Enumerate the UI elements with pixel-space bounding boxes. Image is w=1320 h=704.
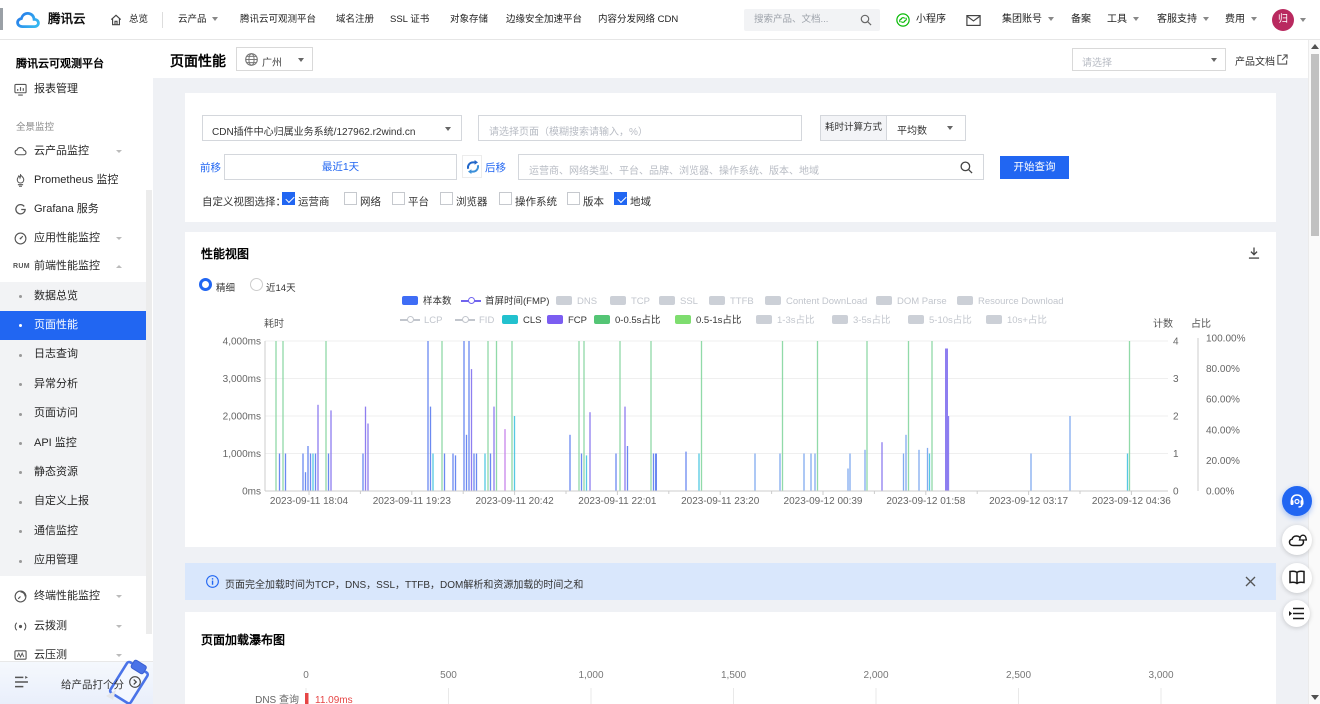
svg-text:2,500: 2,500	[1006, 670, 1031, 681]
svg-text:2,000: 2,000	[863, 670, 888, 681]
svg-text:2023-09-11 20:42: 2023-09-11 20:42	[475, 496, 554, 507]
svg-text:3,000: 3,000	[1148, 670, 1173, 681]
svg-text:4: 4	[1173, 337, 1179, 348]
svg-text:2023-09-12 04:36: 2023-09-12 04:36	[1092, 496, 1171, 507]
svg-text:2023-09-12 03:17: 2023-09-12 03:17	[989, 496, 1068, 507]
svg-text:2023-09-12 00:39: 2023-09-12 00:39	[784, 496, 863, 507]
svg-text:0.00%: 0.00%	[1206, 487, 1234, 498]
svg-text:2023-09-11 22:01: 2023-09-11 22:01	[578, 496, 657, 507]
svg-text:60.00%: 60.00%	[1206, 395, 1240, 406]
svg-text:1: 1	[1173, 449, 1179, 460]
svg-text:0: 0	[303, 670, 309, 681]
svg-text:4,000ms: 4,000ms	[223, 337, 261, 348]
svg-text:20.00%: 20.00%	[1206, 456, 1240, 467]
svg-text:1,500: 1,500	[721, 670, 746, 681]
svg-text:2023-09-11 19:23: 2023-09-11 19:23	[373, 496, 452, 507]
svg-text:0: 0	[1173, 487, 1179, 498]
svg-text:11.09ms: 11.09ms	[315, 695, 353, 704]
svg-text:1,000ms: 1,000ms	[223, 449, 261, 460]
svg-text:1,000: 1,000	[578, 670, 603, 681]
svg-text:40.00%: 40.00%	[1206, 425, 1240, 436]
svg-text:2023-09-11 23:20: 2023-09-11 23:20	[681, 496, 760, 507]
svg-text:2: 2	[1173, 412, 1179, 423]
svg-text:3,000ms: 3,000ms	[223, 374, 261, 385]
svg-text:500: 500	[440, 670, 457, 681]
svg-text:3: 3	[1173, 374, 1179, 385]
svg-text:2023-09-12 01:58: 2023-09-12 01:58	[886, 496, 965, 507]
svg-text:100.00%: 100.00%	[1206, 334, 1246, 345]
svg-text:2,000ms: 2,000ms	[223, 412, 261, 423]
svg-text:2023-09-11 18:04: 2023-09-11 18:04	[270, 496, 349, 507]
svg-text:0ms: 0ms	[242, 487, 261, 498]
svg-text:80.00%: 80.00%	[1206, 364, 1240, 375]
svg-text:DNS 查询: DNS 查询	[255, 693, 299, 704]
